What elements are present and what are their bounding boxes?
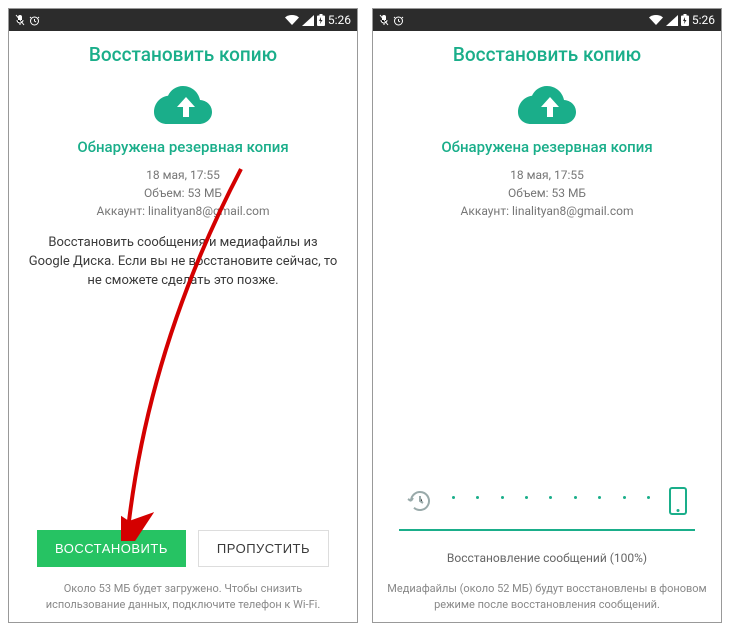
phone-screen-left: 5:26 Восстановить копию Обнаружена резер… bbox=[8, 8, 358, 623]
page-title: Восстановить копию bbox=[23, 43, 343, 66]
alarm-icon bbox=[29, 15, 40, 26]
status-time: 5:26 bbox=[692, 13, 715, 27]
mic-mute-icon bbox=[15, 14, 25, 26]
backup-account: Аккаунт: linalityan8@gmail.com bbox=[23, 202, 343, 220]
signal-icon bbox=[302, 15, 314, 26]
backup-size: Объем: 53 МБ bbox=[387, 184, 707, 202]
cloud-upload-icon bbox=[23, 84, 343, 124]
cloud-upload-icon bbox=[387, 84, 707, 124]
battery-icon bbox=[681, 14, 689, 26]
restore-button[interactable]: ВОССТАНОВИТЬ bbox=[37, 530, 186, 567]
restore-description: Восстановить сообщения и медиафайлы из G… bbox=[23, 234, 343, 291]
alarm-icon bbox=[393, 15, 404, 26]
status-time: 5:26 bbox=[328, 13, 351, 27]
signal-icon bbox=[666, 15, 678, 26]
backup-found-heading: Обнаружена резервная копия bbox=[23, 138, 343, 156]
footer-note: Медиафайлы (около 52 МБ) будут восстанов… bbox=[387, 581, 707, 612]
phone-screen-right: 5:26 Восстановить копию Обнаружена резер… bbox=[372, 8, 722, 623]
status-bar: 5:26 bbox=[9, 9, 357, 31]
mic-mute-icon bbox=[379, 14, 389, 26]
footer-note: Около 53 МБ будет загружено. Чтобы снизи… bbox=[23, 581, 343, 612]
wifi-icon bbox=[285, 15, 299, 26]
progress-bar bbox=[399, 529, 695, 531]
backup-account: Аккаунт: linalityan8@gmail.com bbox=[387, 202, 707, 220]
backup-meta: 18 мая, 17:55 Объем: 53 МБ Аккаунт: lina… bbox=[387, 166, 707, 220]
progress-text: Восстановление сообщений (100%) bbox=[387, 551, 707, 565]
backup-found-heading: Обнаружена резервная копия bbox=[387, 138, 707, 156]
restore-progress: Восстановление сообщений (100%) bbox=[387, 487, 707, 565]
backup-date: 18 мая, 17:55 bbox=[23, 166, 343, 184]
backup-size: Объем: 53 МБ bbox=[23, 184, 343, 202]
history-icon bbox=[407, 488, 433, 518]
status-bar: 5:26 bbox=[373, 9, 721, 31]
wifi-icon bbox=[649, 15, 663, 26]
page-title: Восстановить копию bbox=[387, 43, 707, 66]
backup-date: 18 мая, 17:55 bbox=[387, 166, 707, 184]
backup-meta: 18 мая, 17:55 Объем: 53 МБ Аккаунт: lina… bbox=[23, 166, 343, 220]
phone-icon bbox=[669, 487, 687, 519]
skip-button[interactable]: ПРОПУСТИТЬ bbox=[198, 530, 329, 567]
battery-icon bbox=[317, 14, 325, 26]
